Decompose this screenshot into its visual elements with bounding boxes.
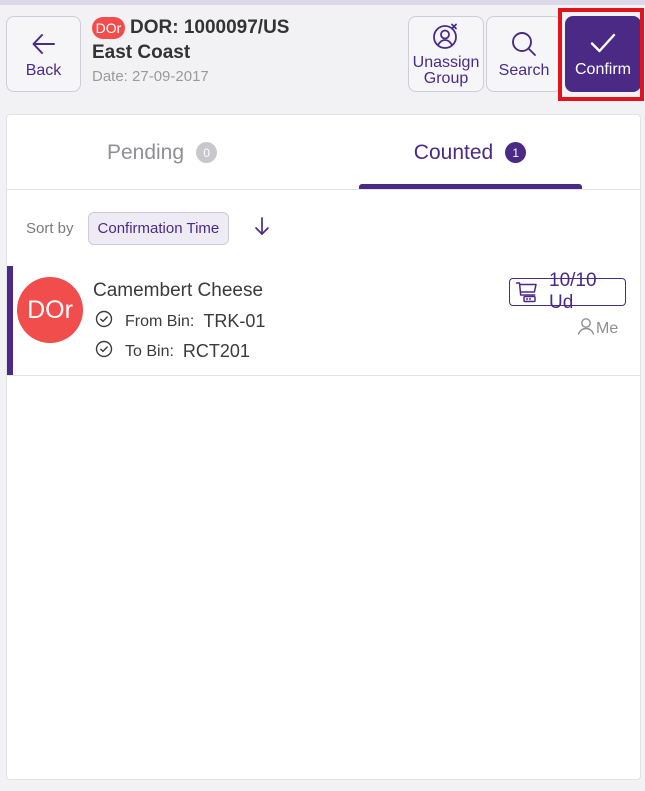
sort-bar: Sort by Confirmation Time bbox=[7, 211, 640, 245]
user-remove-icon bbox=[431, 22, 461, 55]
sort-field-button[interactable]: Confirmation Time bbox=[87, 211, 230, 245]
tab-counted-label: Counted bbox=[413, 140, 494, 164]
assignee: Me bbox=[576, 317, 618, 340]
sort-direction-button[interactable] bbox=[253, 216, 271, 241]
from-bin-value: TRK-01 bbox=[203, 311, 266, 331]
document-info: DOr DOR: 1000097/US East Coast Date: 27-… bbox=[92, 16, 289, 85]
to-bin-value: RCT201 bbox=[182, 341, 250, 361]
assignee-name: Me bbox=[596, 319, 619, 337]
user-icon bbox=[576, 317, 596, 340]
tab-counted-count: 1 bbox=[505, 142, 527, 163]
top-divider bbox=[0, 0, 645, 5]
to-bin-row: To Bin: RCT201 bbox=[95, 340, 250, 363]
tab-pending-count: 0 bbox=[196, 142, 218, 163]
doc-date: Date: 27-09-2017 bbox=[92, 68, 209, 85]
back-label: Back bbox=[25, 61, 62, 79]
arrow-down-icon bbox=[253, 216, 271, 241]
list-item[interactable]: DOr Camembert Cheese From Bin: TRK-01 To… bbox=[7, 266, 640, 376]
cart-icon bbox=[515, 281, 539, 303]
item-name: Camembert Cheese bbox=[93, 280, 264, 301]
to-bin-label: To Bin: bbox=[125, 342, 174, 360]
avatar: DOr bbox=[17, 277, 83, 343]
active-tab-indicator bbox=[359, 184, 582, 189]
unassign-group-button[interactable]: Unassign Group bbox=[408, 16, 484, 92]
search-button[interactable]: Search bbox=[486, 16, 562, 92]
tab-counted[interactable]: Counted 1 bbox=[359, 115, 581, 190]
tab-pending-label: Pending bbox=[106, 140, 185, 164]
group-label: Group bbox=[423, 69, 469, 87]
quantity-badge: 10/10 Ud bbox=[509, 270, 626, 313]
counted-items-panel: Pending 0 Counted 1 Sort by Confirmation… bbox=[6, 114, 641, 780]
check-circle-icon bbox=[95, 310, 113, 333]
unassign-label: Unassign bbox=[412, 53, 480, 71]
tab-bar: Pending 0 Counted 1 bbox=[7, 115, 640, 190]
doc-number: DOR: 1000097/US bbox=[130, 17, 290, 38]
quantity-value: 10/10 Ud bbox=[549, 270, 597, 313]
from-bin-row: From Bin: TRK-01 bbox=[95, 310, 265, 333]
check-circle-icon bbox=[95, 340, 113, 363]
arrow-left-icon bbox=[30, 30, 58, 63]
from-bin-label: From Bin: bbox=[125, 312, 195, 330]
tab-pending[interactable]: Pending 0 bbox=[7, 115, 317, 190]
search-label: Search bbox=[498, 61, 550, 79]
sort-label: Sort by bbox=[26, 219, 74, 237]
back-button[interactable]: Back bbox=[6, 16, 81, 92]
search-icon bbox=[510, 30, 538, 63]
doc-location: East Coast bbox=[92, 42, 191, 63]
doc-type-badge: DOr bbox=[92, 17, 125, 39]
selected-item-marker bbox=[7, 266, 13, 375]
confirm-highlight-frame bbox=[558, 8, 644, 101]
